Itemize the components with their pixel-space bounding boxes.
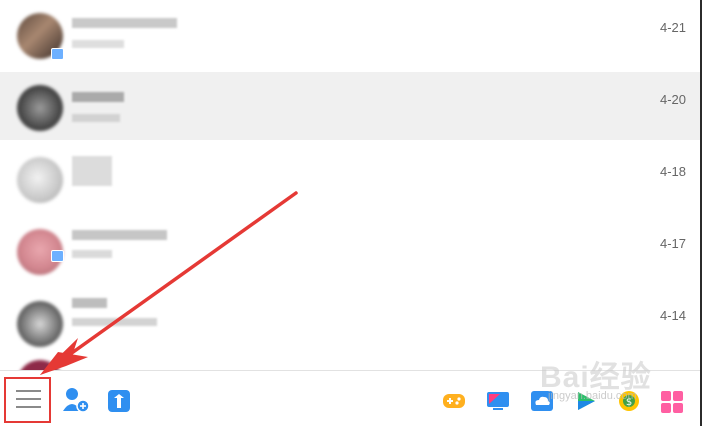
watermark-subtext: jingyan.baidu.com: [548, 390, 637, 402]
app-window: 4-21 4-20 4-18 4-17 4-14 $ Bai经验 jingyan…: [0, 0, 702, 427]
